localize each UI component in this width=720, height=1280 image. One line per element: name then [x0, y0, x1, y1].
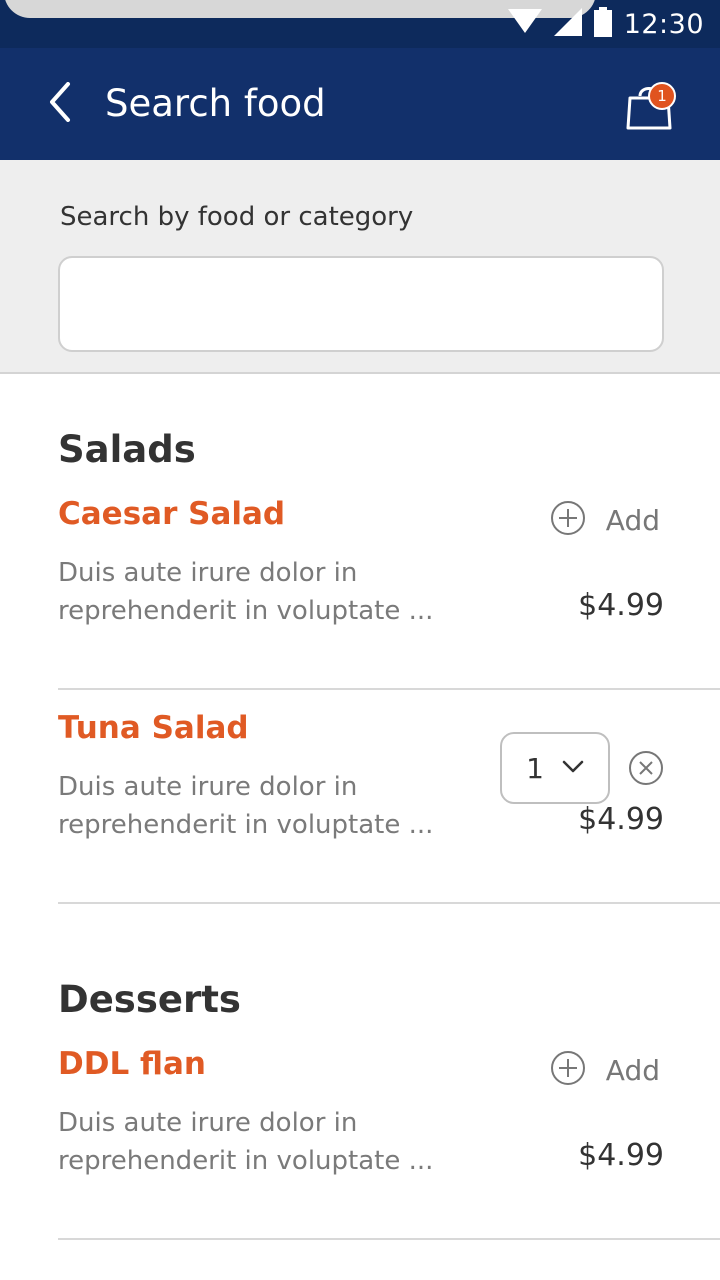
cart-button[interactable]: 1	[618, 76, 682, 136]
item-description-line: Duis aute irure dolor in	[58, 1108, 358, 1138]
food-item-ddl-flan[interactable]: DDL flan Duis aute irure dolor in repreh…	[58, 1026, 720, 1240]
item-name: Caesar Salad	[58, 496, 286, 532]
close-circle-icon	[628, 751, 664, 790]
quantity-dropdown[interactable]: 1	[500, 732, 610, 804]
app-bar: Search food 1	[0, 48, 720, 160]
item-name: Tuna Salad	[58, 710, 249, 746]
add-button[interactable]: Add	[550, 1050, 660, 1090]
category-title-desserts: Desserts	[58, 978, 241, 1021]
status-bar: 12:30	[0, 0, 720, 48]
add-label: Add	[605, 1053, 660, 1087]
item-description: Duis aute irure dolor in reprehenderit i…	[58, 554, 458, 630]
item-description-line: reprehenderit in voluptate ...	[58, 596, 434, 626]
plus-circle-icon	[550, 1050, 586, 1090]
signal-icon	[553, 8, 582, 40]
chevron-down-icon	[562, 759, 584, 778]
remove-button[interactable]	[628, 750, 664, 786]
food-item-caesar-salad[interactable]: Caesar Salad Duis aute irure dolor in re…	[58, 476, 720, 690]
add-button[interactable]: Add	[550, 500, 660, 540]
battery-icon	[593, 7, 612, 41]
plus-circle-icon	[550, 500, 586, 540]
add-label: Add	[605, 503, 660, 537]
category-title-salads: Salads	[58, 428, 196, 471]
item-description: Duis aute irure dolor in reprehenderit i…	[58, 1104, 458, 1180]
search-input[interactable]	[58, 256, 664, 352]
page-title: Search food	[105, 82, 326, 125]
item-description-line: Duis aute irure dolor in	[58, 772, 358, 802]
chevron-left-icon	[48, 82, 72, 126]
item-description-line: reprehenderit in voluptate ...	[58, 810, 434, 840]
quantity-value: 1	[526, 751, 544, 785]
item-name: DDL flan	[58, 1046, 206, 1082]
back-button[interactable]	[36, 78, 84, 130]
status-time: 12:30	[623, 8, 704, 40]
item-description-line: reprehenderit in voluptate ...	[58, 1146, 434, 1176]
item-description: Duis aute irure dolor in reprehenderit i…	[58, 768, 458, 844]
cart-count-badge: 1	[648, 82, 676, 110]
item-price: $4.99	[578, 588, 664, 623]
food-item-tuna-salad[interactable]: Tuna Salad Duis aute irure dolor in repr…	[58, 690, 720, 904]
search-section: Search by food or category	[0, 160, 720, 374]
item-price: $4.99	[578, 1138, 664, 1173]
wifi-icon	[507, 9, 542, 39]
item-description-line: Duis aute irure dolor in	[58, 558, 358, 588]
search-label: Search by food or category	[60, 202, 414, 232]
item-price: $4.99	[578, 802, 664, 837]
status-icons: 12:30	[507, 6, 704, 42]
